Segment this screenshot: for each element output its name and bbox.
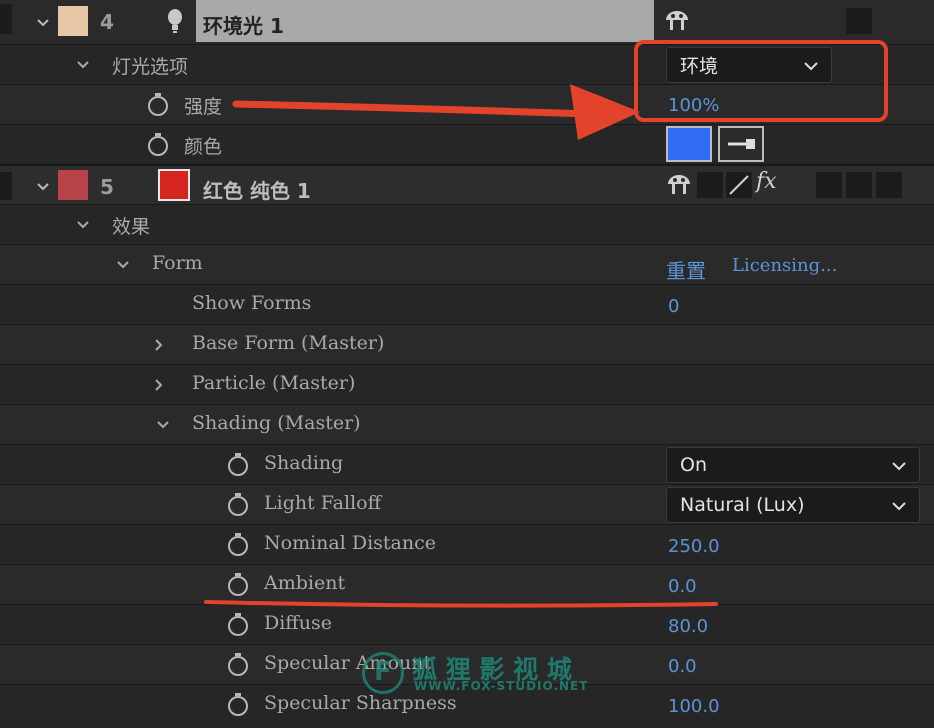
fx-icon[interactable]: fx (756, 169, 777, 194)
base-form-group-row[interactable]: Base Form (Master) (0, 324, 934, 364)
light-falloff-dropdown[interactable]: Natural (Lux) (666, 487, 920, 523)
layer-4-name: 环境光 1 (203, 14, 284, 38)
shy-switch-icon[interactable] (666, 172, 692, 202)
chevron-right-icon[interactable] (152, 338, 166, 352)
stopwatch-icon[interactable] (226, 611, 250, 637)
nominal-distance-value[interactable]: 250.0 (668, 536, 720, 557)
light-bulb-icon (166, 8, 184, 38)
specular-sharpness-label: Specular Sharpness (264, 692, 457, 714)
diffuse-value[interactable]: 80.0 (668, 616, 708, 637)
solid-color-icon (158, 169, 190, 201)
form-effect-row[interactable]: Form 重置 Licensing... (0, 244, 934, 284)
particle-label: Particle (Master) (192, 372, 356, 394)
chevron-down-icon (891, 494, 907, 516)
annotation-arrow (232, 84, 640, 140)
effects-label: 效果 (112, 216, 151, 238)
stopwatch-icon[interactable] (226, 491, 250, 517)
intensity-label: 强度 (184, 96, 223, 118)
stopwatch-icon[interactable] (226, 651, 250, 677)
shading-dropdown[interactable]: On (666, 447, 920, 483)
specular-amount-label: Specular Amount (264, 652, 432, 674)
light-options-label: 灯光选项 (112, 56, 189, 78)
light-falloff-value: Natural (Lux) (680, 494, 805, 516)
layer-switch-cell[interactable] (0, 4, 12, 34)
stopwatch-icon[interactable] (146, 131, 170, 157)
show-forms-row[interactable]: Show Forms 0 (0, 284, 934, 324)
chevron-down-icon (891, 454, 907, 476)
show-forms-value[interactable]: 0 (668, 296, 679, 317)
eyedropper-icon[interactable] (718, 126, 764, 162)
reset-link[interactable]: 重置 (666, 255, 706, 284)
light-falloff-row[interactable]: Light Falloff Natural (Lux) (0, 484, 934, 524)
color-label: 颜色 (184, 136, 223, 158)
watermark-logo-icon: F (362, 652, 404, 694)
switch-cell[interactable] (846, 8, 872, 34)
switch-cell[interactable] (846, 172, 872, 198)
specular-amount-value[interactable]: 0.0 (668, 656, 697, 677)
form-chevron-icon[interactable] (116, 258, 130, 272)
layer-5-label-color[interactable] (58, 170, 88, 200)
color-swatch[interactable] (666, 126, 712, 162)
light-options-chevron-icon[interactable] (76, 58, 90, 72)
shading-group-row[interactable]: Shading (Master) (0, 404, 934, 444)
base-form-label: Base Form (Master) (192, 332, 385, 354)
layer-5-expand-chevron-icon[interactable] (36, 180, 50, 194)
shading-row[interactable]: Shading On (0, 444, 934, 484)
layer-switch-cell[interactable] (0, 172, 12, 200)
layer-4-label-color[interactable] (58, 6, 88, 36)
chevron-right-icon[interactable] (152, 378, 166, 392)
switch-cell[interactable] (697, 172, 723, 198)
shading-label: Shading (264, 452, 344, 474)
layer-5-number: 5 (100, 175, 114, 199)
diffuse-label: Diffuse (264, 612, 333, 634)
watermark-url: WWW.FOX-STUDIO.NET (414, 679, 589, 693)
chevron-down-icon[interactable] (156, 418, 170, 432)
annotation-highlight-box (634, 40, 888, 122)
quality-slash-icon[interactable] (726, 172, 752, 198)
shy-switch-icon[interactable] (664, 8, 690, 38)
layer-row-4[interactable]: 4 环境光 1 (0, 0, 934, 44)
layer-row-5[interactable]: 5 红色 纯色 1 fx (0, 164, 934, 206)
stopwatch-icon[interactable] (146, 91, 170, 117)
specular-sharpness-value[interactable]: 100.0 (668, 696, 720, 717)
shading-group-label: Shading (Master) (192, 412, 361, 434)
form-effect-name: Form (152, 252, 203, 274)
switch-cell[interactable] (876, 172, 902, 198)
show-forms-label: Show Forms (192, 292, 312, 314)
stopwatch-icon[interactable] (226, 531, 250, 557)
effects-group-row[interactable]: 效果 (0, 204, 934, 244)
stopwatch-icon[interactable] (226, 451, 250, 477)
annotation-underline (204, 600, 718, 608)
licensing-link[interactable]: Licensing... (732, 255, 837, 276)
shading-value: On (680, 454, 707, 476)
ambient-label: Ambient (264, 572, 346, 594)
nominal-distance-row[interactable]: Nominal Distance 250.0 (0, 524, 934, 564)
stopwatch-icon[interactable] (226, 691, 250, 717)
nominal-distance-label: Nominal Distance (264, 532, 436, 554)
layer-5-name[interactable]: 红色 纯色 1 (203, 175, 311, 204)
effects-chevron-icon[interactable] (76, 218, 90, 232)
layer-4-number: 4 (100, 10, 114, 34)
particle-group-row[interactable]: Particle (Master) (0, 364, 934, 404)
switch-cell[interactable] (816, 172, 842, 198)
light-falloff-label: Light Falloff (264, 492, 382, 514)
layer-4-expand-chevron-icon[interactable] (36, 16, 50, 30)
